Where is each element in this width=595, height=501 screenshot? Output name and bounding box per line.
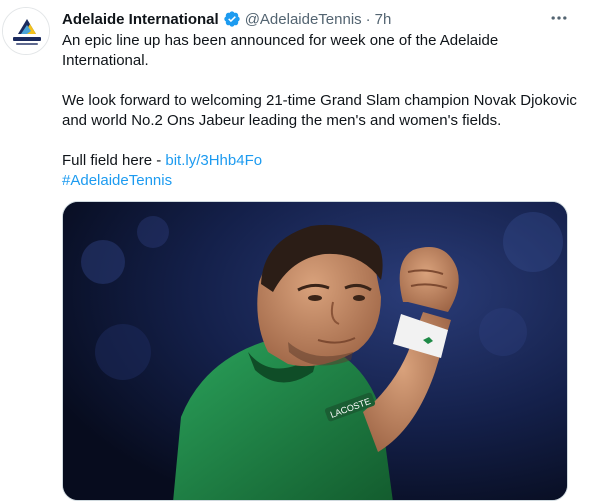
avatar[interactable] — [2, 7, 50, 55]
handle[interactable]: @AdelaideTennis — [245, 11, 362, 28]
hashtag-link[interactable]: #AdelaideTennis — [62, 172, 172, 189]
tweet-line-2: We look forward to welcoming 21-time Gra… — [62, 92, 577, 129]
more-options-button[interactable] — [546, 6, 572, 30]
tweet-line-1: An epic line up has been announced for w… — [62, 32, 499, 69]
tweet-header: Adelaide International @AdelaideTennis ·… — [62, 9, 391, 29]
tweet-text: An epic line up has been announced for w… — [62, 31, 582, 191]
timestamp[interactable]: 7h — [375, 11, 392, 28]
verified-badge-icon — [223, 10, 241, 28]
field-link[interactable]: bit.ly/3Hhb4Fo — [165, 152, 262, 169]
adelaide-international-logo-icon — [3, 8, 49, 54]
separator-dot: · — [365, 10, 371, 28]
tweet-line-3: Full field here - bit.ly/3Hhb4Fo — [62, 151, 582, 171]
media-card[interactable]: LACOSTE — [62, 201, 568, 501]
tweet[interactable]: Adelaide International @AdelaideTennis ·… — [0, 0, 595, 501]
display-name[interactable]: Adelaide International — [62, 11, 219, 28]
tweet-line-4: #AdelaideTennis — [62, 171, 582, 191]
more-icon — [551, 16, 567, 20]
tennis-player-photo-icon: LACOSTE — [63, 202, 567, 500]
field-prefix: Full field here - — [62, 152, 166, 169]
